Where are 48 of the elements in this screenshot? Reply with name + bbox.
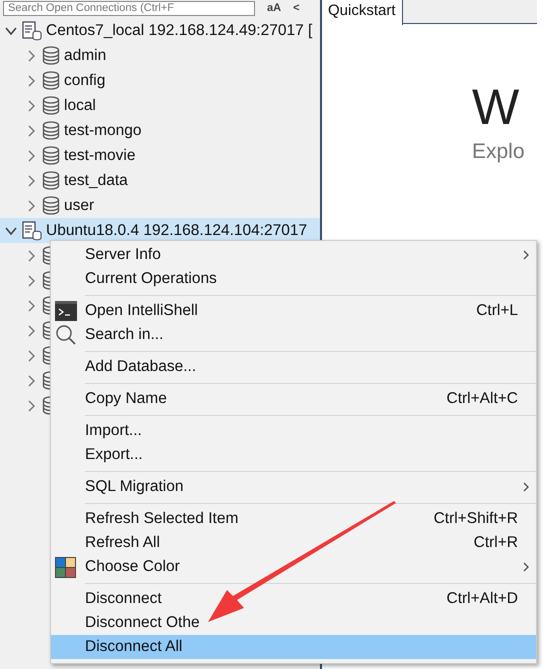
tree-item[interactable]: local (0, 93, 320, 118)
tree-item[interactable]: test-mongo (0, 118, 320, 143)
color-grid-icon (55, 556, 76, 578)
menu-item[interactable]: Refresh All Ctrl+R (51, 531, 536, 555)
tree-item[interactable]: test-movie (0, 143, 320, 168)
menu-item[interactable]: Open IntelliShell Ctrl+L (51, 299, 536, 323)
database-icon (42, 346, 50, 365)
server-icon (22, 220, 42, 240)
database-icon (42, 171, 60, 190)
database-icon (42, 46, 60, 65)
terminal-icon (55, 301, 77, 321)
tree-item[interactable]: Centos7_local 192.168.124.49:27017 [ (0, 18, 320, 43)
database-icon (42, 321, 50, 340)
tree-item[interactable]: config (0, 68, 320, 93)
menu-item[interactable]: Disconnect All (51, 635, 536, 659)
menu-item[interactable]: Refresh Selected Item Ctrl+Shift+R (51, 507, 536, 531)
page-subheading: Explo (472, 139, 526, 165)
search-field[interactable]: Search Open Connections (Ctrl+F (3, 0, 255, 16)
menu-item[interactable]: Search in... (51, 323, 536, 347)
database-icon (42, 196, 60, 215)
tree-item[interactable]: Ubuntu18.0.4 192.168.124.104:27017 (0, 218, 320, 243)
menu-item[interactable]: Current Operations (51, 267, 536, 291)
menu-item[interactable]: Server Info (51, 243, 536, 267)
toolbar-button[interactable]: < (293, 2, 300, 14)
database-icon (42, 96, 60, 115)
database-icon (42, 246, 50, 265)
menu-item[interactable]: Disconnect Othe (51, 611, 536, 635)
toolbar-button[interactable]: aA (267, 2, 282, 14)
tree-item[interactable]: test_data (0, 168, 320, 193)
menu-item[interactable]: Disconnect Ctrl+Alt+D (51, 587, 536, 611)
menu-item[interactable]: SQL Migration (51, 475, 536, 499)
database-icon (42, 396, 50, 415)
search-icon (55, 324, 77, 346)
tab[interactable]: Quickstart (322, 0, 403, 25)
tree-item[interactable]: admin (0, 43, 320, 68)
menu-item[interactable]: Add Database... (51, 355, 536, 379)
menu-item[interactable]: Copy Name Ctrl+Alt+C (51, 387, 536, 411)
database-icon (42, 371, 50, 390)
server-icon (22, 20, 42, 40)
database-icon (42, 296, 50, 315)
page-heading: W (472, 82, 520, 132)
menu-item[interactable]: Export... (51, 443, 536, 467)
database-icon (42, 121, 60, 140)
database-icon (42, 271, 50, 290)
tree-item[interactable]: user (0, 193, 320, 218)
database-icon (42, 71, 60, 90)
database-icon (42, 146, 60, 165)
menu-item[interactable]: Import... (51, 419, 536, 443)
